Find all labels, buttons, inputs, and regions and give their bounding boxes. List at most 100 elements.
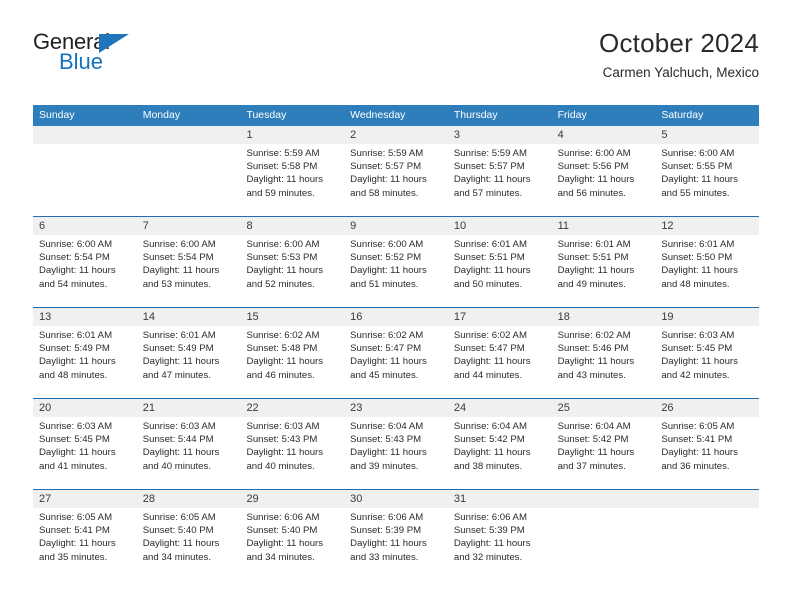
day-cell-15[interactable]: Sunrise: 6:02 AM Sunset: 5:48 PM Daylight:… bbox=[240, 326, 344, 398]
week-date-number-band: 6 7 8 9 10 11 12 bbox=[33, 217, 759, 235]
day-cell-9[interactable]: Sunrise: 6:00 AM Sunset: 5:52 PM Daylight:… bbox=[344, 235, 448, 307]
day-number-empty bbox=[552, 490, 656, 508]
day-detail-line: and 33 minutes. bbox=[350, 551, 419, 563]
day-detail-line: and 38 minutes. bbox=[453, 460, 523, 472]
day-number-31[interactable]: 31 bbox=[448, 490, 552, 508]
day-detail-line: Sunrise: 6:05 AM bbox=[142, 512, 216, 523]
day-detail-line: Sunrise: 6:00 AM bbox=[557, 148, 631, 159]
day-number-28[interactable]: 28 bbox=[137, 490, 241, 508]
day-detail-line: and 49 minutes. bbox=[557, 278, 626, 290]
general-blue-logo[interactable]: General Blue bbox=[33, 28, 153, 84]
day-cell-14[interactable]: Sunrise: 6:01 AM Sunset: 5:49 PM Daylight:… bbox=[137, 326, 241, 398]
day-detail-line: and 53 minutes. bbox=[142, 278, 211, 290]
day-cell-4[interactable]: Sunrise: 6:00 AM Sunset: 5:56 PM Daylight:… bbox=[552, 144, 656, 216]
week-content-row: Sunrise: 6:01 AM Sunset: 5:49 PM Daylight:… bbox=[33, 326, 759, 398]
day-number-17[interactable]: 17 bbox=[448, 308, 552, 326]
logo-text-blue: Blue bbox=[59, 49, 104, 74]
day-number-18[interactable]: 18 bbox=[552, 308, 656, 326]
day-cell-empty bbox=[33, 144, 137, 216]
title-block: October 2024 Carmen Yalchuch, Mexico bbox=[599, 28, 759, 82]
day-number-7[interactable]: 7 bbox=[137, 217, 241, 235]
day-number-25[interactable]: 25 bbox=[552, 399, 656, 417]
day-number-29[interactable]: 29 bbox=[240, 490, 344, 508]
day-cell-8[interactable]: Sunrise: 6:00 AM Sunset: 5:53 PM Daylight:… bbox=[240, 235, 344, 307]
day-cell-2[interactable]: Sunrise: 5:59 AM Sunset: 5:57 PM Daylight:… bbox=[344, 144, 448, 216]
day-detail-line: Sunrise: 6:01 AM bbox=[557, 239, 631, 250]
day-number-16[interactable]: 16 bbox=[344, 308, 448, 326]
day-cell-27[interactable]: Sunrise: 6:05 AM Sunset: 5:41 PM Daylight:… bbox=[33, 508, 137, 580]
day-cell-21[interactable]: Sunrise: 6:03 AM Sunset: 5:44 PM Daylight:… bbox=[137, 417, 241, 489]
day-number-30[interactable]: 30 bbox=[344, 490, 448, 508]
day-cell-22[interactable]: Sunrise: 6:03 AM Sunset: 5:43 PM Daylight:… bbox=[240, 417, 344, 489]
day-detail-line: Sunrise: 6:01 AM bbox=[142, 330, 216, 341]
day-number-2[interactable]: 2 bbox=[344, 126, 448, 144]
day-detail-line: Daylight: 11 hours bbox=[39, 447, 116, 459]
day-number-21[interactable]: 21 bbox=[137, 399, 241, 417]
day-detail-line: Sunrise: 6:00 AM bbox=[246, 239, 320, 250]
day-detail-line: and 54 minutes. bbox=[39, 278, 108, 290]
calendar-page: General Blue October 2024 Carmen Yalchuc… bbox=[0, 0, 792, 612]
day-cell-3[interactable]: Sunrise: 5:59 AM Sunset: 5:57 PM Daylight:… bbox=[448, 144, 552, 216]
day-cell-17[interactable]: Sunrise: 6:02 AM Sunset: 5:47 PM Daylight:… bbox=[448, 326, 552, 398]
day-cell-5[interactable]: Sunrise: 6:00 AM Sunset: 5:55 PM Daylight:… bbox=[655, 144, 759, 216]
week-content-row: Sunrise: 6:03 AM Sunset: 5:45 PM Daylight:… bbox=[33, 417, 759, 489]
day-detail-line: and 46 minutes. bbox=[246, 369, 315, 381]
day-cell-10[interactable]: Sunrise: 6:01 AM Sunset: 5:51 PM Daylight:… bbox=[448, 235, 552, 307]
day-detail-line: Sunset: 5:41 PM bbox=[661, 434, 733, 446]
day-number-12[interactable]: 12 bbox=[655, 217, 759, 235]
day-cell-1[interactable]: Sunrise: 5:59 AM Sunset: 5:58 PM Daylight:… bbox=[240, 144, 344, 216]
day-cell-6[interactable]: Sunrise: 6:00 AM Sunset: 5:54 PM Daylight:… bbox=[33, 235, 137, 307]
day-detail-line: Sunset: 5:45 PM bbox=[39, 434, 110, 446]
day-detail-line: Sunset: 5:57 PM bbox=[453, 161, 525, 173]
day-detail-line: Daylight: 11 hours bbox=[246, 174, 324, 186]
day-cell-23[interactable]: Sunrise: 6:04 AM Sunset: 5:43 PM Daylight:… bbox=[344, 417, 448, 489]
day-number-11[interactable]: 11 bbox=[552, 217, 656, 235]
day-number-8[interactable]: 8 bbox=[240, 217, 344, 235]
day-number-10[interactable]: 10 bbox=[448, 217, 552, 235]
day-detail-line: and 35 minutes. bbox=[39, 551, 108, 563]
day-number-15[interactable]: 15 bbox=[240, 308, 344, 326]
day-detail-line: and 37 minutes. bbox=[557, 460, 626, 472]
day-number-3[interactable]: 3 bbox=[448, 126, 552, 144]
day-cell-empty bbox=[552, 508, 656, 580]
day-number-22[interactable]: 22 bbox=[240, 399, 344, 417]
day-detail-line: Sunrise: 6:06 AM bbox=[246, 512, 320, 523]
weekday-header-row: Sunday Monday Tuesday Wednesday Thursday Frid… bbox=[33, 105, 759, 126]
day-number-13[interactable]: 13 bbox=[33, 308, 137, 326]
day-cell-30[interactable]: Sunrise: 6:06 AM Sunset: 5:39 PM Daylight:… bbox=[344, 508, 448, 580]
day-cell-19[interactable]: Sunrise: 6:03 AM Sunset: 5:45 PM Daylight:… bbox=[655, 326, 759, 398]
day-cell-29[interactable]: Sunrise: 6:06 AM Sunset: 5:40 PM Daylight:… bbox=[240, 508, 344, 580]
day-cell-26[interactable]: Sunrise: 6:05 AM Sunset: 5:41 PM Daylight:… bbox=[655, 417, 759, 489]
day-number-9[interactable]: 9 bbox=[344, 217, 448, 235]
day-cell-13[interactable]: Sunrise: 6:01 AM Sunset: 5:49 PM Daylight:… bbox=[33, 326, 137, 398]
day-detail-line: Sunrise: 6:02 AM bbox=[453, 330, 527, 341]
day-number-20[interactable]: 20 bbox=[33, 399, 137, 417]
day-number-26[interactable]: 26 bbox=[655, 399, 759, 417]
day-detail-line: Sunrise: 5:59 AM bbox=[246, 148, 320, 159]
day-number-19[interactable]: 19 bbox=[655, 308, 759, 326]
day-detail-line: Daylight: 11 hours bbox=[661, 447, 738, 459]
day-detail-line: Sunrise: 6:02 AM bbox=[350, 330, 424, 341]
day-number-23[interactable]: 23 bbox=[344, 399, 448, 417]
day-number-14[interactable]: 14 bbox=[137, 308, 241, 326]
day-number-empty bbox=[655, 490, 759, 508]
day-number-4[interactable]: 4 bbox=[552, 126, 656, 144]
day-cell-24[interactable]: Sunrise: 6:04 AM Sunset: 5:42 PM Daylight:… bbox=[448, 417, 552, 489]
day-number-5[interactable]: 5 bbox=[655, 126, 759, 144]
day-number-6[interactable]: 6 bbox=[33, 217, 137, 235]
day-number-27[interactable]: 27 bbox=[33, 490, 137, 508]
day-cell-16[interactable]: Sunrise: 6:02 AM Sunset: 5:47 PM Daylight:… bbox=[344, 326, 448, 398]
day-number-1[interactable]: 1 bbox=[240, 126, 344, 144]
day-cell-20[interactable]: Sunrise: 6:03 AM Sunset: 5:45 PM Daylight:… bbox=[33, 417, 137, 489]
day-cell-18[interactable]: Sunrise: 6:02 AM Sunset: 5:46 PM Daylight:… bbox=[552, 326, 656, 398]
day-cell-28[interactable]: Sunrise: 6:05 AM Sunset: 5:40 PM Daylight:… bbox=[137, 508, 241, 580]
day-detail-line: Daylight: 11 hours bbox=[453, 538, 531, 550]
day-cell-11[interactable]: Sunrise: 6:01 AM Sunset: 5:51 PM Daylight:… bbox=[552, 235, 656, 307]
day-cell-25[interactable]: Sunrise: 6:04 AM Sunset: 5:42 PM Daylight:… bbox=[552, 417, 656, 489]
day-number-24[interactable]: 24 bbox=[448, 399, 552, 417]
day-detail-line: and 47 minutes. bbox=[142, 369, 211, 381]
day-cell-31[interactable]: Sunrise: 6:06 AM Sunset: 5:39 PM Daylight:… bbox=[448, 508, 552, 580]
day-cell-12[interactable]: Sunrise: 6:01 AM Sunset: 5:50 PM Daylight:… bbox=[655, 235, 759, 307]
day-cell-7[interactable]: Sunrise: 6:00 AM Sunset: 5:54 PM Daylight:… bbox=[137, 235, 241, 307]
day-detail-line: Daylight: 11 hours bbox=[350, 265, 427, 277]
